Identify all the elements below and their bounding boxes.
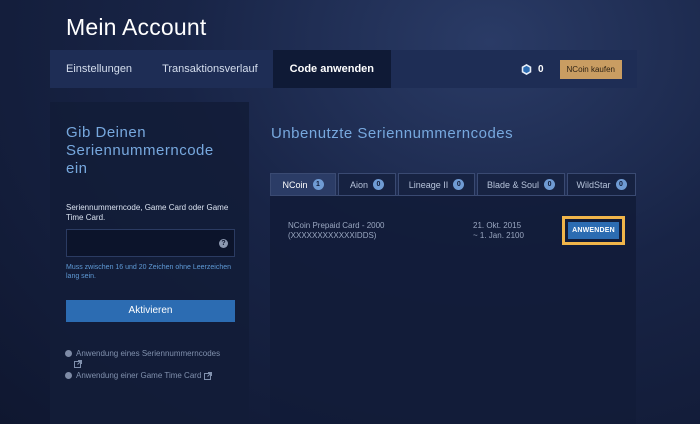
tab-wildstar[interactable]: WildStar 0 [567,173,636,195]
codes-list: NCoin Prepaid Card - 2000 (XXXXXXXXXXXXI… [270,195,636,424]
coin-count: 0 [537,63,544,75]
apply-button[interactable]: ANWENDEN [568,222,619,239]
tab-ncoin[interactable]: NCoin 1 [270,173,336,195]
date-to: ~ 1. Jan. 2100 [473,231,524,240]
tab-aion[interactable]: Aion 0 [338,173,396,195]
count-badge: 0 [373,179,384,190]
count-badge: 0 [453,179,465,190]
activate-button[interactable]: Aktivieren [66,300,235,322]
game-tabs: NCoin 1 Aion 0 Lineage II 0 Blade & Soul… [270,173,636,195]
code-input[interactable] [67,230,219,256]
tab-label: Aion [349,179,368,190]
help-link-label: Anwendung einer Game Time Card [76,371,202,380]
code-hint: Muss zwischen 16 und 20 Zeichen ohne Lee… [66,264,231,280]
apply-highlight: ANWENDEN [562,216,625,245]
tab-apply-code[interactable]: Code anwenden [272,50,391,88]
count-badge: 0 [615,179,627,190]
code-input-wrapper: ? [66,229,235,257]
tab-label: Blade & Soul [486,179,540,190]
tab-label: NCoin [282,179,308,190]
external-link-icon [74,360,82,368]
buy-ncoin-button[interactable]: NCoin kaufen [559,59,622,79]
external-link-row[interactable] [74,360,82,368]
tab-label: Lineage II [408,179,449,190]
page-title: Mein Account [66,14,207,40]
tab-lineage-ii[interactable]: Lineage II 0 [398,173,475,195]
list-item-dates: 21. Okt. 2015 ~ 1. Jan. 2100 [473,221,524,241]
info-icon [65,372,72,379]
help-icon[interactable]: ? [219,238,228,248]
card-name: NCoin Prepaid Card - 2000 [288,221,385,230]
code-field-label: Seriennummerncode, Game Card oder Game T… [66,203,229,222]
redeem-panel: Gib Deinen Seriennummerncode ein Serienn… [50,102,249,424]
date-from: 21. Okt. 2015 [473,221,522,230]
redeem-title: Gib Deinen Seriennummerncode ein [66,124,214,177]
count-badge: 1 [312,179,324,190]
tab-settings[interactable]: Einstellungen [50,50,147,88]
external-link-icon [204,371,213,380]
info-icon [65,350,72,357]
count-badge: 0 [544,179,556,190]
coin-balance-area: 0 NCoin kaufen [521,59,637,79]
card-code: (XXXXXXXXXXXXIDDS) [288,231,377,240]
list-item-card-name: NCoin Prepaid Card - 2000 (XXXXXXXXXXXXI… [288,221,385,241]
tab-transaction-history[interactable]: Transaktionsverlauf [147,50,273,88]
help-link-serial-code[interactable]: Anwendung eines Seriennummerncodes [65,349,220,358]
tab-blade-and-soul[interactable]: Blade & Soul 0 [477,173,565,195]
unused-codes-title: Unbenutzte Seriennummerncodes [271,125,514,142]
top-nav: Einstellungen Transaktionsverlauf Code a… [50,50,637,88]
tab-label: WildStar [576,179,611,190]
help-link-game-time-card[interactable]: Anwendung einer Game Time Card [65,371,213,380]
help-link-label: Anwendung eines Seriennummerncodes [76,349,221,358]
ncoin-icon [521,63,532,75]
